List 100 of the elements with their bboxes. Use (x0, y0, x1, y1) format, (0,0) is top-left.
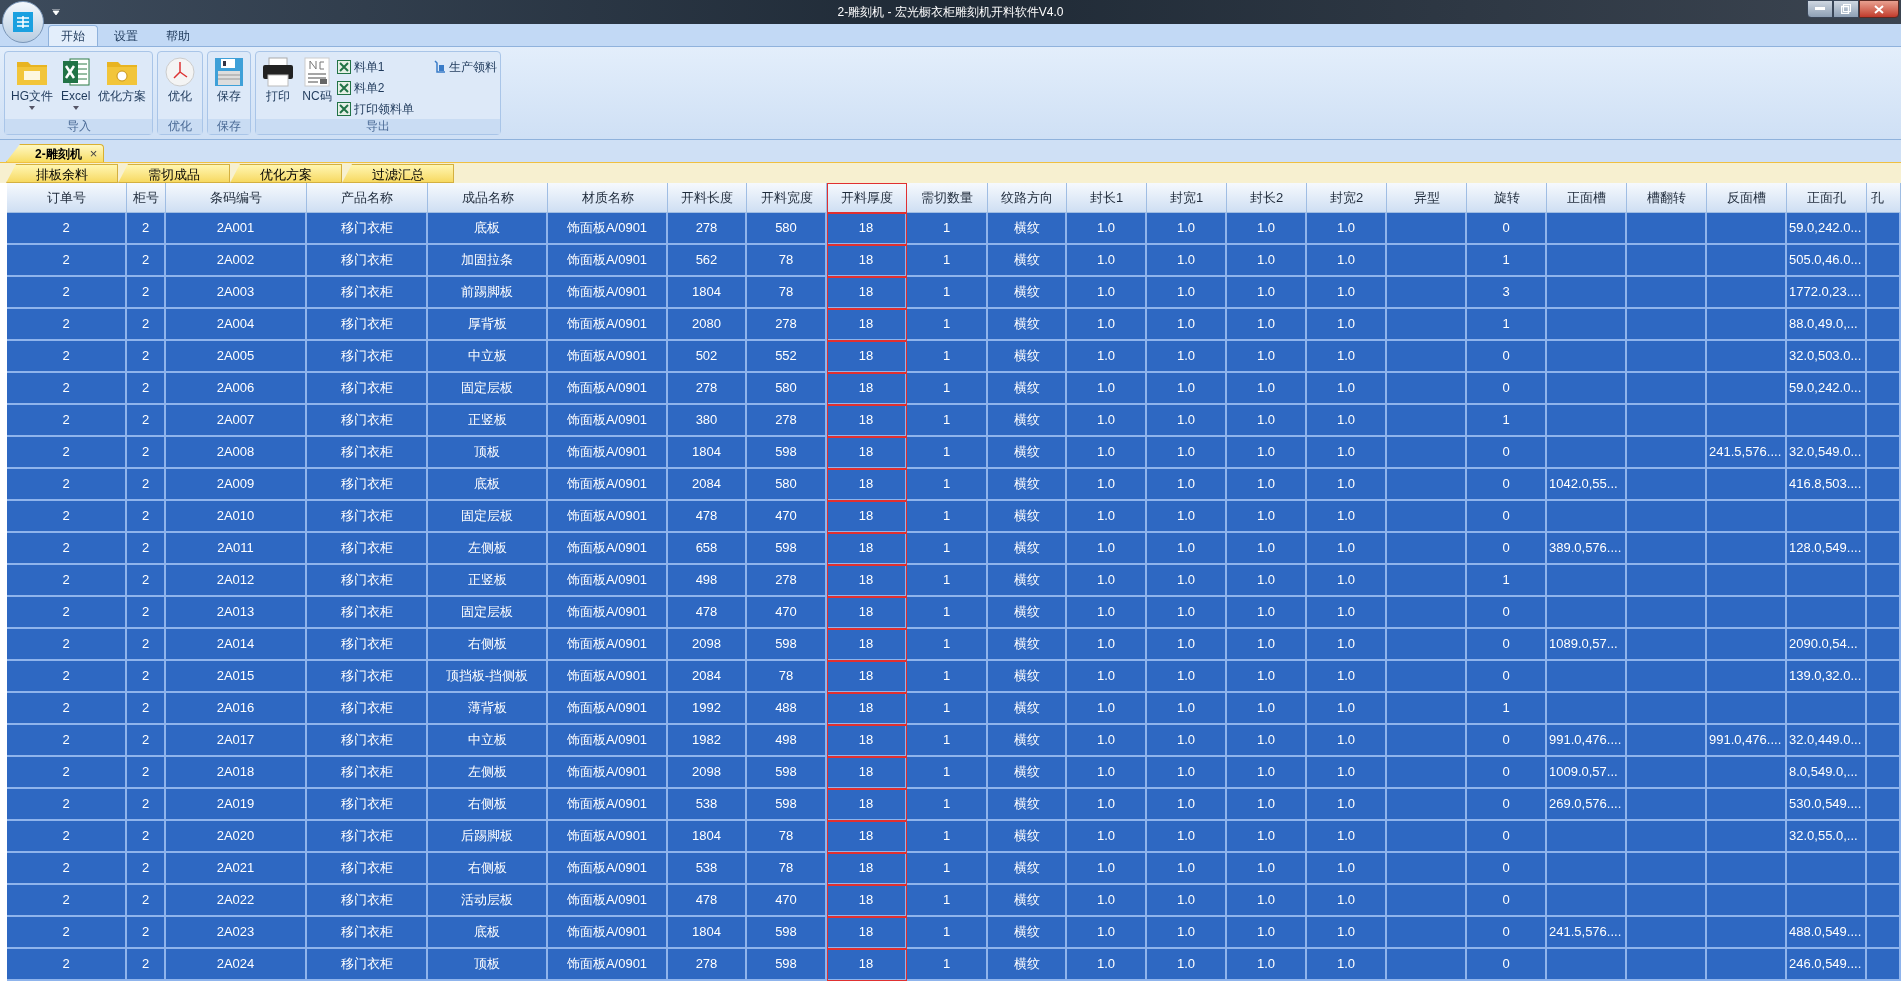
table-row[interactable]: 2 2 2A005 移门衣柜 中立板 饰面板A/0901 502 552 18 1 横纹 1.0 1.0 1.0 1.0 0 32.0,503.0... (7, 341, 1901, 373)
column-header[interactable]: 成品名称 (428, 183, 548, 213)
table-row[interactable]: 2 2 2A015 移门衣柜 顶挡板-挡侧板 饰面板A/0901 2084 78 18 1 横纹 1.0 1.0 1.0 1.0 0 139.0,32.0... (7, 661, 1901, 693)
table-cell-text: 18 (858, 251, 874, 270)
table-cell-text: 18 (858, 827, 874, 846)
table-row[interactable]: 2 2 2A016 移门衣柜 薄背板 饰面板A/0901 1992 488 18 1 横纹 1.0 1.0 1.0 1.0 1 (7, 693, 1901, 725)
sub-tab[interactable]: 排板余料 (6, 164, 118, 183)
ribbon-button[interactable]: HG文件 (8, 55, 56, 117)
column-header[interactable]: 封长2 (1227, 183, 1307, 213)
spreadsheet-icon (336, 101, 351, 116)
maximize-button[interactable] (1833, 0, 1859, 18)
table-row[interactable]: 2 2 2A021 移门衣柜 右侧板 饰面板A/0901 538 78 18 1 横纹 1.0 1.0 1.0 1.0 0 (7, 853, 1901, 885)
column-header[interactable]: 正面槽 (1547, 183, 1627, 213)
minimize-button[interactable] (1807, 0, 1833, 18)
table-row[interactable]: 2 2 2A020 移门衣柜 后踢脚板 饰面板A/0901 1804 78 18 1 横纹 1.0 1.0 1.0 1.0 0 32.0,55.0,... (7, 821, 1901, 853)
table-row[interactable]: 2 2 2A010 移门衣柜 固定层板 饰面板A/0901 478 470 18 1 横纹 1.0 1.0 1.0 1.0 0 (7, 501, 1901, 533)
table-cell-text: 18 (858, 891, 874, 910)
ribbon-button[interactable]: 优化 (161, 55, 200, 117)
table-row[interactable]: 2 2 2A018 移门衣柜 左侧板 饰面板A/0901 2098 598 18 1 横纹 1.0 1.0 1.0 1.0 0 1009.0,57... 8.0,549.0,... (7, 757, 1901, 789)
ribbon-tab[interactable]: 设置 (102, 25, 150, 46)
sub-tab[interactable]: 过滤汇总 (342, 164, 454, 183)
close-button[interactable] (1859, 0, 1899, 18)
table-row[interactable]: 2 2 2A023 移门衣柜 底板 饰面板A/0901 1804 598 18 1 横纹 1.0 1.0 1.0 1.0 0 241.5,576.... 488.0,549.... (7, 917, 1901, 949)
sub-tab[interactable]: 优化方案 (230, 164, 342, 183)
table-cell-text: 1.0 (1176, 379, 1196, 398)
ribbon-button[interactable]: Excel (58, 55, 94, 117)
app-menu-button[interactable] (2, 1, 44, 43)
table-cell-text: 1.0 (1256, 731, 1276, 750)
table-cell-text: 饰面板A/0901 (566, 667, 648, 686)
column-header[interactable]: 槽翻转 (1627, 183, 1707, 213)
ribbon-small-button[interactable]: 料单1 (336, 56, 414, 77)
column-header[interactable]: 纹路方向 (988, 183, 1067, 213)
table-cell-text: 2 (62, 443, 70, 462)
table-cell-text: 278 (775, 315, 797, 334)
column-header[interactable]: 开料厚度 (827, 183, 907, 213)
table-cell-text: 18 (858, 571, 874, 590)
table-row[interactable]: 2 2 2A006 移门衣柜 固定层板 饰面板A/0901 278 580 18 1 横纹 1.0 1.0 1.0 1.0 0 59.0,242.0... (7, 373, 1901, 405)
sub-tab[interactable]: 需切成品 (118, 164, 230, 183)
column-header[interactable]: 材质名称 (548, 183, 668, 213)
ribbon-button[interactable]: NC码 (299, 55, 335, 117)
table-cell-text: 598 (775, 443, 797, 462)
table-row[interactable]: 2 2 2A019 移门衣柜 右侧板 饰面板A/0901 538 598 18 1 横纹 1.0 1.0 1.0 1.0 0 269.0,576.... 530.0,549.... (7, 789, 1901, 821)
ribbon-button[interactable]: 打印 (259, 55, 298, 117)
dropdown-caret-icon[interactable] (52, 9, 60, 15)
table-row[interactable]: 2 2 2A008 移门衣柜 顶板 饰面板A/0901 1804 598 18 1 横纹 1.0 1.0 1.0 1.0 0 241.5,576.... 32.0,549.0... (7, 437, 1901, 469)
column-header[interactable]: 开料长度 (668, 183, 747, 213)
document-tab[interactable]: 2-雕刻机 × (6, 144, 105, 162)
table-cell-text: 1.0 (1256, 923, 1276, 942)
table-cell-text: 1.0 (1096, 347, 1116, 366)
table-cell-text: 横纹 (1013, 859, 1040, 878)
table-row[interactable]: 2 2 2A009 移门衣柜 底板 饰面板A/0901 2084 580 18 1 横纹 1.0 1.0 1.0 1.0 0 1042.0,55... 416.8,503.... (7, 469, 1901, 501)
table-row[interactable]: 2 2 2A014 移门衣柜 右侧板 饰面板A/0901 2098 598 18 1 横纹 1.0 1.0 1.0 1.0 0 1089.0,57... 2090.0,54... (7, 629, 1901, 661)
column-header[interactable]: 正面孔 (1787, 183, 1867, 213)
table-row[interactable]: 2 2 2A007 移门衣柜 正竖板 饰面板A/0901 380 278 18 1 横纹 1.0 1.0 1.0 1.0 1 (7, 405, 1901, 437)
table-cell-text: 2A008 (216, 443, 255, 462)
table-row[interactable]: 2 2 2A013 移门衣柜 固定层板 饰面板A/0901 478 470 18 1 横纹 1.0 1.0 1.0 1.0 0 (7, 597, 1901, 629)
column-header[interactable]: 旋转 (1467, 183, 1547, 213)
column-header[interactable]: 柜号 (127, 183, 166, 213)
table-cell-text: 2 (62, 219, 70, 238)
column-header[interactable]: 开料宽度 (747, 183, 827, 213)
table-row[interactable]: 2 2 2A012 移门衣柜 正竖板 饰面板A/0901 498 278 18 1 横纹 1.0 1.0 1.0 1.0 1 (7, 565, 1901, 597)
ribbon-small-button[interactable]: 生产领料 (433, 56, 497, 77)
table-row[interactable]: 2 2 2A001 移门衣柜 底板 饰面板A/0901 278 580 18 1 横纹 1.0 1.0 1.0 1.0 0 59.0,242.0... (7, 213, 1901, 245)
column-header[interactable]: 条码编号 (166, 183, 307, 213)
ribbon-tab[interactable]: 开始 (48, 25, 98, 46)
table-cell-text: 1.0 (1336, 443, 1356, 462)
table-cell-text: 2 (62, 763, 70, 782)
table-cell-text: 饰面板A/0901 (566, 251, 648, 270)
ribbon-small-button[interactable]: 料单2 (336, 77, 414, 98)
table-cell-text: 移门衣柜 (340, 731, 393, 750)
column-header[interactable]: 需切数量 (907, 183, 988, 213)
column-header[interactable]: 反面槽 (1707, 183, 1787, 213)
close-tab-button[interactable]: × (89, 147, 98, 160)
table-row[interactable]: 2 2 2A017 移门衣柜 中立板 饰面板A/0901 1982 498 18 1 横纹 1.0 1.0 1.0 1.0 0 991.0,476.... 991.0,476.... 32.0,449.0... (7, 725, 1901, 757)
ribbon-button[interactable]: 保存 (211, 55, 248, 117)
column-header[interactable]: 订单号 (7, 183, 127, 213)
table-cell-text: 底板 (474, 219, 500, 238)
table-cell-text: 59.0,242.0... (1789, 379, 1862, 398)
column-header[interactable]: 产品名称 (307, 183, 428, 213)
table-cell-text: 饰面板A/0901 (566, 795, 648, 814)
table-row[interactable]: 2 2 2A004 移门衣柜 厚背板 饰面板A/0901 2080 278 18 1 横纹 1.0 1.0 1.0 1.0 1 88.0,49.0,... (7, 309, 1901, 341)
ribbon-tab[interactable]: 帮助 (154, 25, 202, 46)
column-header[interactable]: 封宽2 (1307, 183, 1387, 213)
column-header[interactable]: 异型 (1387, 183, 1467, 213)
table-row[interactable]: 2 2 2A024 移门衣柜 顶板 饰面板A/0901 278 598 18 1 横纹 1.0 1.0 1.0 1.0 0 246.0,549.... (7, 949, 1901, 981)
table-row[interactable]: 2 2 2A002 移门衣柜 加固拉条 饰面板A/0901 562 78 18 1 横纹 1.0 1.0 1.0 1.0 1 505.0,46.0... (7, 245, 1901, 277)
column-header[interactable]: 封宽1 (1147, 183, 1227, 213)
column-header[interactable]: 封长1 (1067, 183, 1147, 213)
ribbon-button[interactable]: 优化方案 (95, 55, 150, 117)
table-cell-text: 饰面板A/0901 (566, 763, 648, 782)
table-cell-text: 右侧板 (467, 635, 507, 654)
ribbon-small-button[interactable]: 打印领料单 (336, 98, 414, 119)
table-row[interactable]: 2 2 2A003 移门衣柜 前踢脚板 饰面板A/0901 1804 78 18 1 横纹 1.0 1.0 1.0 1.0 3 1772.0,23.... (7, 277, 1901, 309)
column-header[interactable]: 孔 (1867, 183, 1901, 213)
table-cell-text: 1.0 (1336, 635, 1356, 654)
table-cell-text: 1.0 (1336, 603, 1356, 622)
table-row[interactable]: 2 2 2A011 移门衣柜 左侧板 饰面板A/0901 658 598 18 1 横纹 1.0 1.0 1.0 1.0 0 389.0,576.... 128.0,549.... (7, 533, 1901, 565)
table-row[interactable]: 2 2 2A022 移门衣柜 活动层板 饰面板A/0901 478 470 18 1 横纹 1.0 1.0 1.0 1.0 0 (7, 885, 1901, 917)
table-cell-text: 18 (858, 315, 874, 334)
table-cell-text: 1 (942, 667, 951, 686)
